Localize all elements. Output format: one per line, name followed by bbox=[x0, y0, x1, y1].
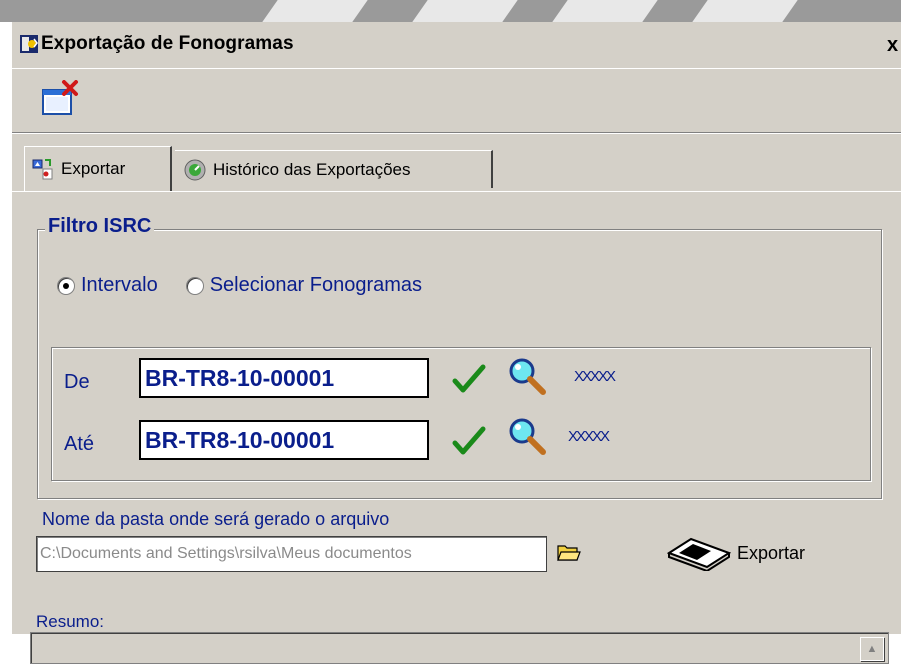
export-button-label: Exportar bbox=[737, 542, 806, 563]
history-tab-icon bbox=[184, 159, 206, 180]
export-button[interactable]: Exportar bbox=[667, 531, 847, 575]
browse-folder-icon[interactable] bbox=[557, 542, 581, 562]
range-box: De XXXXX Até bbox=[51, 347, 871, 481]
tab-strip: Exportar Histórico das Exportações bbox=[12, 146, 901, 191]
app-icon bbox=[20, 35, 38, 53]
background-stripe bbox=[262, 0, 368, 22]
diskette-icon bbox=[667, 537, 731, 571]
isrc-from-input[interactable] bbox=[139, 358, 429, 398]
window-close-button[interactable]: x bbox=[887, 34, 901, 56]
folder-label: Nome da pasta onde será gerado o arquivo bbox=[42, 509, 390, 529]
isrc-filter-legend: Filtro ISRC bbox=[45, 215, 155, 238]
radio-intervalo-label[interactable]: Intervalo bbox=[81, 274, 158, 297]
title-bar[interactable]: Exportação de Fonogramas x bbox=[12, 22, 901, 69]
export-tab-icon bbox=[32, 159, 53, 180]
scroll-up-button[interactable]: ▲ bbox=[860, 637, 884, 661]
tab-exportar[interactable]: Exportar bbox=[24, 146, 172, 191]
toolbar bbox=[12, 70, 901, 133]
range-from-row: De XXXXX bbox=[52, 358, 870, 402]
summary-box[interactable]: ▲ bbox=[30, 632, 889, 664]
from-fonograma-name: XXXXX bbox=[574, 368, 616, 385]
background-stripe bbox=[412, 0, 518, 22]
filter-mode-radios: Intervalo Selecionar Fonogramas bbox=[57, 274, 422, 297]
tab-exportar-label: Exportar bbox=[61, 159, 126, 178]
radio-selected-dot bbox=[63, 282, 69, 289]
to-fonograma-name: XXXXX bbox=[568, 428, 610, 445]
radio-selecionar-label[interactable]: Selecionar Fonogramas bbox=[210, 274, 422, 297]
range-to-row: Até XXXXX bbox=[52, 418, 870, 464]
isrc-filter-group: Filtro ISRC Intervalo Selecionar Fonogra… bbox=[37, 215, 882, 499]
background-stripe bbox=[552, 0, 658, 22]
summary-label: Resumo: bbox=[36, 612, 105, 631]
tab-divider bbox=[12, 191, 901, 192]
search-to-icon[interactable] bbox=[507, 416, 547, 456]
from-label: De bbox=[64, 371, 90, 393]
radio-intervalo[interactable] bbox=[57, 276, 75, 295]
window-title: Exportação de Fonogramas bbox=[41, 33, 294, 54]
validate-to-icon[interactable] bbox=[452, 426, 486, 456]
folder-path-input[interactable] bbox=[36, 536, 547, 572]
desktop-background-strip bbox=[0, 0, 901, 22]
isrc-to-input[interactable] bbox=[139, 420, 429, 460]
close-window-icon[interactable] bbox=[40, 80, 80, 120]
validate-from-icon[interactable] bbox=[452, 364, 486, 394]
export-window: Exportação de Fonogramas x Exportar Hist… bbox=[10, 22, 901, 664]
tab-historico-label: Histórico das Exportações bbox=[213, 159, 411, 179]
to-label: Até bbox=[64, 433, 95, 455]
background-stripe bbox=[692, 0, 798, 22]
tab-historico[interactable]: Histórico das Exportações bbox=[175, 150, 493, 188]
radio-selecionar[interactable] bbox=[185, 276, 204, 295]
search-from-icon[interactable] bbox=[507, 356, 547, 396]
